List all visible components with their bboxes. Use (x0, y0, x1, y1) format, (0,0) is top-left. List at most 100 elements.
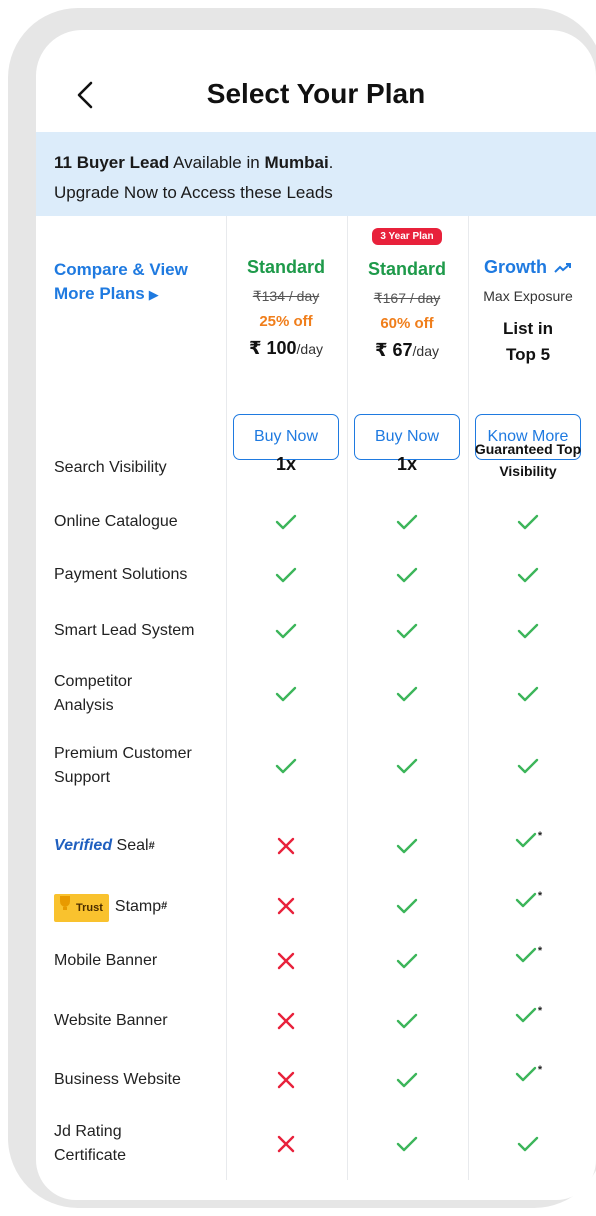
feature-row: Trust Stamp# * (36, 888, 596, 928)
feature-cell (348, 512, 466, 537)
banner-line-1: 11 Buyer Lead Available in Mumbai. (54, 148, 596, 178)
check-icon (275, 567, 297, 583)
compare-line-2: More Plans ▶ (54, 282, 224, 307)
trending-up-icon (554, 263, 571, 273)
feature-cell (469, 621, 587, 646)
feature-cell (348, 1070, 466, 1095)
plan-old-price: ₹134 / day (252, 288, 320, 304)
asterisk-mark: * (537, 1005, 543, 1017)
feature-row: Online Catalogue (36, 504, 596, 544)
check-icon (396, 686, 418, 702)
asterisk-mark: * (537, 830, 543, 842)
feature-cell: 1x (227, 454, 345, 475)
compare-line-1: Compare & View (54, 260, 188, 279)
feature-label: Mobile Banner (54, 952, 158, 969)
plan-price-value: ₹ 100 (248, 338, 297, 358)
feature-cell (227, 684, 345, 709)
plan-name-text: Growth (483, 257, 547, 277)
plan-price: ₹ 67/day (348, 340, 466, 361)
check-icon (517, 514, 539, 530)
plan-price-unit: /day (412, 343, 439, 359)
feature-label: Online Catalogue (54, 513, 178, 530)
feature-label: Trust Stamp# (54, 894, 229, 922)
check-icon (396, 514, 418, 530)
feature-row: Search Visibility 1x 1x Guaranteed Top Visi… (36, 441, 596, 490)
feature-row: Smart Lead System (36, 613, 596, 653)
check-icon (515, 1007, 537, 1023)
banner-line-2: Upgrade Now to Access these Leads (54, 183, 333, 202)
check-icon (396, 623, 418, 639)
plan-discount: 60% off (380, 315, 434, 332)
feature-label: Premium Customer Support (54, 745, 192, 786)
plan-name: Growth (469, 257, 587, 278)
lead-banner: 11 Buyer Lead Available in Mumbai. Upgra… (36, 132, 596, 216)
check-icon (396, 758, 418, 774)
check-icon (515, 947, 537, 963)
plan-discount: 25% off (259, 313, 313, 330)
feature-label: Smart Lead System (54, 622, 195, 639)
feature-cell (348, 565, 466, 590)
cross-icon (277, 1135, 295, 1153)
feature-row: Website Banner * (36, 1003, 596, 1043)
check-icon (515, 832, 537, 848)
feature-cell: * (469, 890, 587, 915)
feature-cell: 1x (348, 454, 466, 475)
feature-cell (348, 896, 466, 921)
plan-name: Standard (367, 259, 446, 279)
plan-price: ₹ 100/day (227, 338, 345, 359)
feature-row: Payment Solutions (36, 557, 596, 597)
feature-cell (227, 951, 345, 976)
plan-growth: Growth Max Exposure List in Top 5 Know M… (469, 226, 587, 466)
feature-cell (469, 565, 587, 590)
check-icon (517, 567, 539, 583)
feature-label: Payment Solutions (54, 566, 188, 583)
page-title: Select Your Plan (206, 78, 426, 109)
feature-cell (227, 1134, 345, 1159)
feature-cell: * (469, 1005, 587, 1030)
feature-cell (227, 1070, 345, 1095)
cross-icon (277, 1012, 295, 1030)
feature-value: 1x (275, 454, 297, 474)
check-icon (396, 567, 418, 583)
feature-row: Premium Customer Support (36, 742, 596, 794)
plan-subtitle: Max Exposure (483, 288, 573, 304)
asterisk-mark: * (537, 1064, 543, 1076)
cross-icon (277, 837, 295, 855)
feature-cell (469, 756, 587, 781)
check-icon (396, 953, 418, 969)
feature-cell (348, 684, 466, 709)
check-icon (396, 838, 418, 854)
feature-cell (348, 951, 466, 976)
cross-icon (277, 897, 295, 915)
feature-label: Website Banner (54, 1012, 168, 1029)
feature-row: Business Website * (36, 1062, 596, 1102)
feature-cell: Guaranteed Top Visibility (469, 438, 587, 482)
feature-cell (227, 512, 345, 537)
check-icon (396, 898, 418, 914)
check-icon (517, 758, 539, 774)
feature-cell (469, 684, 587, 709)
feature-row: Mobile Banner * (36, 943, 596, 983)
feature-row: Verified Seal# * (36, 828, 596, 868)
feature-label: Competitor Analysis (54, 673, 133, 714)
list-line-2: Top 5 (505, 345, 551, 364)
feature-cell (348, 756, 466, 781)
plan-price-unit: /day (296, 341, 324, 357)
plan-standard-1: Standard ₹134 / day 25% off ₹ 100/day Bu… (227, 226, 345, 466)
feature-value: 1x (396, 454, 418, 474)
check-icon (275, 623, 297, 639)
plan-old-price: ₹167 / day (373, 290, 441, 306)
check-icon (275, 686, 297, 702)
plan-name: Standard (246, 257, 325, 277)
check-icon (517, 1136, 539, 1152)
feature-label: Search Visibility (54, 459, 167, 476)
footnote-mark: # (148, 840, 155, 852)
three-year-plan-badge: 3 Year Plan (372, 228, 442, 245)
check-icon (396, 1013, 418, 1029)
feature-cell (348, 1011, 466, 1036)
compare-plans-link[interactable]: Compare & View More Plans ▶ (54, 258, 224, 307)
check-icon (275, 758, 297, 774)
feature-cell (227, 756, 345, 781)
feature-cell (348, 1134, 466, 1159)
lead-count: 11 Buyer Lead (54, 153, 170, 172)
